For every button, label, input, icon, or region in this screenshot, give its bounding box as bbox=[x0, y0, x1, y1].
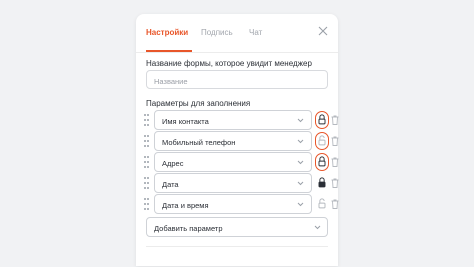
lock-icon bbox=[318, 114, 326, 125]
drag-handle-icon[interactable] bbox=[144, 156, 150, 168]
trash-icon[interactable] bbox=[331, 199, 339, 209]
drag-handle-icon[interactable] bbox=[144, 135, 150, 147]
active-tab-indicator bbox=[146, 50, 192, 52]
param-select[interactable]: Дата bbox=[154, 173, 312, 193]
tab-settings[interactable]: Настройки bbox=[146, 28, 188, 37]
tab-signature[interactable]: Подпись bbox=[201, 28, 233, 37]
param-select[interactable]: Мобильный телефон bbox=[154, 131, 312, 151]
chevron-down-icon bbox=[297, 118, 304, 123]
param-select-value: Дата bbox=[162, 180, 179, 189]
lock-toggle[interactable] bbox=[315, 153, 329, 171]
chevron-down-icon bbox=[297, 202, 304, 207]
param-row: Адрес bbox=[144, 152, 339, 172]
chevron-down-icon bbox=[297, 160, 304, 165]
form-name-input[interactable]: Название bbox=[146, 70, 328, 89]
lock-toggle[interactable] bbox=[315, 195, 329, 213]
param-row: Имя контакта bbox=[144, 110, 339, 130]
drag-handle-icon[interactable] bbox=[144, 198, 150, 210]
lock-icon bbox=[318, 156, 326, 167]
params-label: Параметры для заполнения bbox=[146, 99, 251, 108]
param-row: Дата bbox=[144, 173, 339, 193]
lock-icon bbox=[318, 177, 326, 188]
param-select[interactable]: Адрес bbox=[154, 152, 312, 172]
param-row: Дата и время bbox=[144, 194, 339, 214]
param-select-value: Имя контакта bbox=[162, 117, 209, 126]
add-parameter-label: Добавить параметр bbox=[154, 224, 223, 233]
close-icon[interactable] bbox=[317, 25, 329, 37]
chevron-down-icon bbox=[314, 225, 321, 230]
lock-toggle[interactable] bbox=[315, 132, 329, 150]
param-select-value: Адрес bbox=[162, 159, 184, 168]
param-row: Мобильный телефон bbox=[144, 131, 339, 151]
unlock-icon bbox=[318, 198, 326, 209]
unlock-icon bbox=[318, 135, 326, 146]
trash-icon[interactable] bbox=[331, 178, 339, 188]
param-select[interactable]: Дата и время bbox=[154, 194, 312, 214]
form-settings-panel: Настройки Подпись Чат Название формы, ко… bbox=[136, 14, 339, 267]
form-name-label: Название формы, которое увидит менеджер bbox=[146, 59, 312, 68]
lock-toggle[interactable] bbox=[315, 111, 329, 129]
trash-icon[interactable] bbox=[331, 115, 339, 125]
tab-bar: Настройки Подпись Чат bbox=[136, 14, 338, 53]
tab-chat[interactable]: Чат bbox=[249, 28, 262, 37]
trash-icon[interactable] bbox=[331, 136, 339, 146]
drag-handle-icon[interactable] bbox=[144, 114, 150, 126]
param-select-value: Дата и время bbox=[162, 201, 209, 210]
param-select[interactable]: Имя контакта bbox=[154, 110, 312, 130]
chevron-down-icon bbox=[297, 181, 304, 186]
lock-toggle[interactable] bbox=[315, 174, 329, 192]
form-name-placeholder: Название bbox=[154, 77, 188, 86]
chevron-down-icon bbox=[297, 139, 304, 144]
trash-icon[interactable] bbox=[331, 157, 339, 167]
divider bbox=[146, 246, 328, 267]
add-parameter-select[interactable]: Добавить параметр bbox=[146, 217, 328, 237]
drag-handle-icon[interactable] bbox=[144, 177, 150, 189]
param-select-value: Мобильный телефон bbox=[162, 138, 236, 147]
